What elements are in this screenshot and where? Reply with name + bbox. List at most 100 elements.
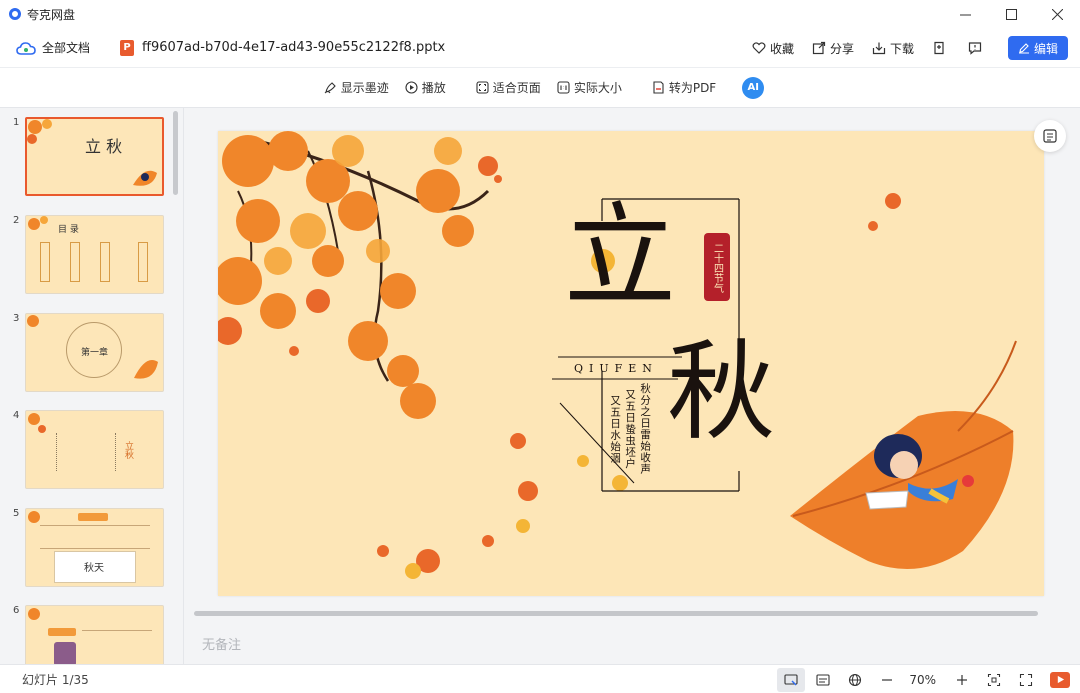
poem-column-1: 秋分之日雷始收声 (639, 383, 652, 475)
show-ink-label: 显示墨迹 (340, 81, 389, 95)
plus-icon (957, 674, 967, 685)
slide-thumbnail-4[interactable]: 立秋 (25, 410, 164, 489)
thumbnail-item[interactable]: 6 (0, 605, 183, 664)
file-export-icon (934, 41, 944, 55)
download-button[interactable]: 下载 (872, 40, 914, 57)
show-ink-button[interactable]: 显示墨迹 (324, 79, 389, 96)
fit-window-icon (987, 673, 1001, 686)
thumbnail-number: 5 (13, 508, 20, 519)
fit-page-label: 适合页面 (492, 81, 541, 95)
download-icon (872, 42, 886, 55)
thumbnail-item[interactable]: 2 目 录 (0, 215, 183, 299)
to-pdf-button[interactable]: 转为PDF (652, 79, 716, 96)
current-slide: 二十四节气 立 秋 QIUFEN 秋分之日雷始收声 又五日蛰虫坯户 又五日水始涸 (218, 131, 1044, 596)
pencil-icon (1018, 43, 1029, 54)
all-docs-link[interactable]: 全部文档 (0, 39, 90, 56)
poem-column-2: 又五日蛰虫坯户 (624, 389, 637, 470)
minimize-icon (959, 14, 971, 15)
file-name: ff9607ad-b70d-4e17-ad43-90e55c2122f8.ppt… (142, 40, 446, 55)
thumbnail-number: 1 (13, 117, 20, 128)
zoom-level: 70% (909, 672, 936, 687)
fullscreen-button[interactable] (1012, 668, 1040, 692)
maple-leaf-icon (27, 119, 52, 144)
play-label: 播放 (421, 81, 446, 95)
slides-panel-icon (1043, 129, 1057, 143)
maximize-icon (1005, 8, 1017, 20)
zoom-out-button[interactable] (873, 668, 901, 692)
fit-page-button[interactable]: 适合页面 (476, 79, 541, 96)
slide-thumbnail-5[interactable]: 秋天 (25, 508, 164, 587)
thumbnail-title: 立秋 (123, 441, 133, 459)
slide-thumbnail-1[interactable]: 立 秋 (25, 117, 164, 196)
play-button[interactable]: 播放 (405, 79, 446, 96)
slide-thumbnail-panel: 1 立 秋 2 目 录 3 第一章 4 立秋 5 秋天 6 (0, 108, 184, 664)
slide-thumbnail-6[interactable] (25, 605, 164, 664)
slide-panel-toggle-button[interactable] (1034, 120, 1066, 152)
thumbnail-item[interactable]: 4 立秋 (0, 410, 183, 494)
slide-thumbnail-3[interactable]: 第一章 (25, 313, 164, 392)
to-pdf-label: 转为PDF (668, 81, 717, 95)
fit-window-button[interactable] (980, 668, 1008, 692)
status-controls: 70% (773, 665, 1070, 693)
slide-thumbnail-2[interactable]: 目 录 (25, 215, 164, 294)
slide-counter: 幻灯片 1/35 (22, 672, 89, 687)
viewer-toolbar: 显示墨迹 播放 适合页面 实际大小 转为PDF AI (0, 68, 1080, 108)
edit-button[interactable]: 编辑 (1008, 36, 1068, 60)
thumbnail-item[interactable]: 1 立 秋 (0, 117, 183, 201)
quark-logo-icon (9, 8, 21, 20)
thumbnail-title: 立 秋 (85, 137, 123, 156)
share-icon (812, 41, 826, 55)
slide-canvas: 二十四节气 立 秋 QIUFEN 秋分之日雷始收声 又五日蛰虫坯户 又五日水始涸… (184, 108, 1080, 664)
pinyin-text: QIUFEN (574, 362, 658, 375)
download-label: 下载 (889, 41, 914, 56)
web-view-button[interactable] (841, 668, 869, 692)
maximize-button[interactable] (988, 0, 1034, 28)
slideshow-play-button[interactable] (1050, 671, 1070, 688)
share-button[interactable]: 分享 (812, 40, 854, 57)
notes-view-icon (816, 673, 830, 686)
poem-column-3: 又五日水始涸 (609, 395, 622, 464)
document-header: 全部文档 P ff9607ad-b70d-4e17-ad43-90e55c212… (0, 28, 1080, 68)
header-actions: 收藏 分享 下载 编辑 (734, 28, 1068, 68)
solar-term-seal-text: 二十四节气 (711, 243, 723, 293)
thumbnail-item[interactable]: 3 第一章 (0, 313, 183, 397)
feedback-icon (968, 42, 982, 55)
normal-view-button[interactable] (777, 667, 806, 692)
leaf-girl-illustration (133, 170, 157, 186)
all-docs-label: 全部文档 (42, 41, 91, 55)
thumbnail-number: 4 (13, 410, 20, 421)
thumbnail-number: 3 (13, 313, 20, 324)
maple-leaf-icon (28, 413, 46, 433)
play-circle-icon (405, 81, 418, 94)
pptx-file-icon: P (120, 39, 135, 56)
feedback-button[interactable] (968, 41, 986, 55)
fullscreen-icon (1019, 673, 1033, 686)
save-to-cloud-button[interactable] (932, 41, 950, 55)
minimize-button[interactable] (942, 0, 988, 28)
edit-label: 编辑 (1033, 41, 1058, 56)
zoom-in-button[interactable] (948, 668, 976, 692)
speaker-notes[interactable]: 无备注 (202, 634, 241, 653)
favorite-button[interactable]: 收藏 (752, 40, 794, 57)
favorite-label: 收藏 (769, 41, 794, 56)
close-icon (1051, 8, 1063, 20)
maple-leaf-icon (28, 216, 48, 230)
thumbnail-number: 2 (13, 215, 20, 226)
normal-view-icon (784, 673, 798, 685)
close-button[interactable] (1034, 0, 1080, 28)
horizontal-scrollbar[interactable] (194, 611, 1038, 616)
thumbnail-number: 6 (13, 605, 20, 616)
pdf-icon (653, 81, 664, 94)
thumbnail-title: 秋天 (84, 563, 104, 574)
ai-assistant-button[interactable]: AI (742, 76, 765, 99)
share-label: 分享 (829, 41, 854, 56)
cloud-icon (16, 41, 36, 55)
actual-size-button[interactable]: 实际大小 (557, 79, 622, 96)
notes-view-button[interactable] (809, 668, 837, 692)
leaf-girl-illustration (134, 360, 158, 379)
app-title: 夸克网盘 (27, 7, 76, 22)
title-char-qiu: 秋 (667, 330, 776, 455)
thumbnail-item[interactable]: 5 秋天 (0, 508, 183, 592)
status-bar: 幻灯片 1/35 70% (0, 664, 1080, 693)
play-icon (1057, 675, 1064, 684)
